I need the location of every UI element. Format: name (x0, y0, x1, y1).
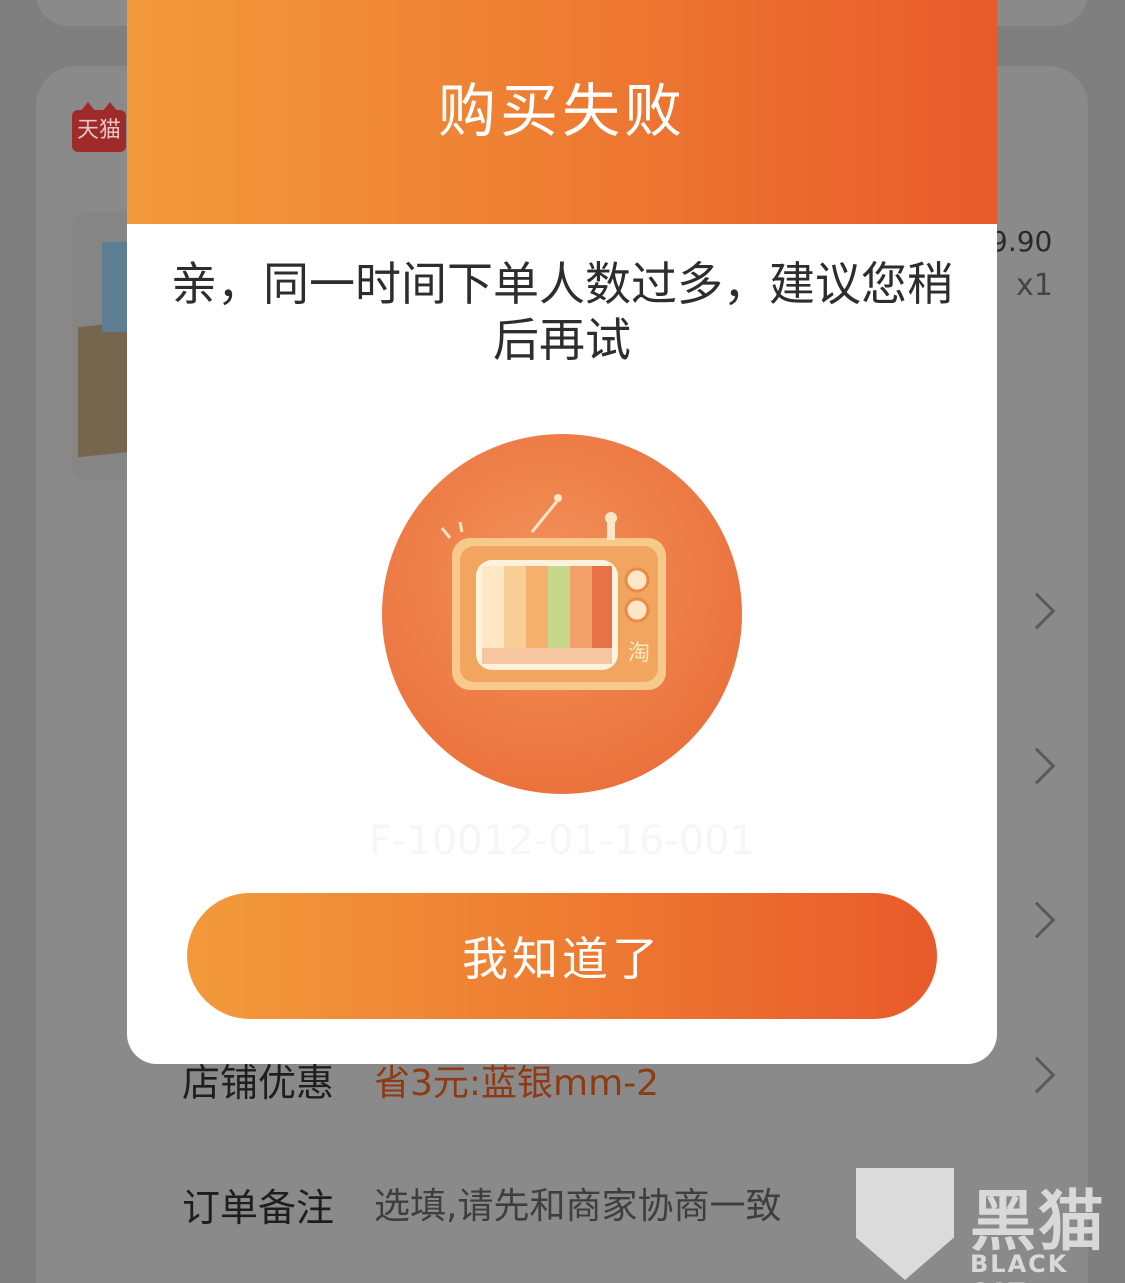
purchase-failed-dialog: 购买失败 亲，同一时间下单人数过多，建议您稍后再试 淘 F-10012-01-1… (127, 0, 997, 1064)
product-quantity: x1 (1016, 268, 1053, 303)
dialog-message: 亲，同一时间下单人数过多，建议您稍后再试 (171, 257, 953, 367)
watermark-subtitle: BLACK CAT (970, 1250, 1069, 1283)
product-price: 9.90 (990, 225, 1053, 258)
cat-shield-icon (856, 1168, 954, 1280)
tv-badge-text: 淘 (628, 641, 650, 666)
dialog-title: 购买失败 (437, 77, 686, 145)
retro-tv-illustration: 淘 (382, 434, 742, 794)
order-note-label: 订单备注 (182, 1186, 335, 1230)
confirm-button[interactable]: 我知道了 (187, 893, 937, 1019)
black-cat-watermark: 黑猫 BLACK CAT (856, 1168, 1125, 1283)
error-code: F-10012-01-16-001 (368, 818, 756, 864)
store-badge: 天猫 (72, 102, 126, 152)
dialog-header: 购买失败 (127, 0, 997, 224)
order-note-input[interactable]: 选填,请先和商家协商一致 (374, 1177, 781, 1229)
